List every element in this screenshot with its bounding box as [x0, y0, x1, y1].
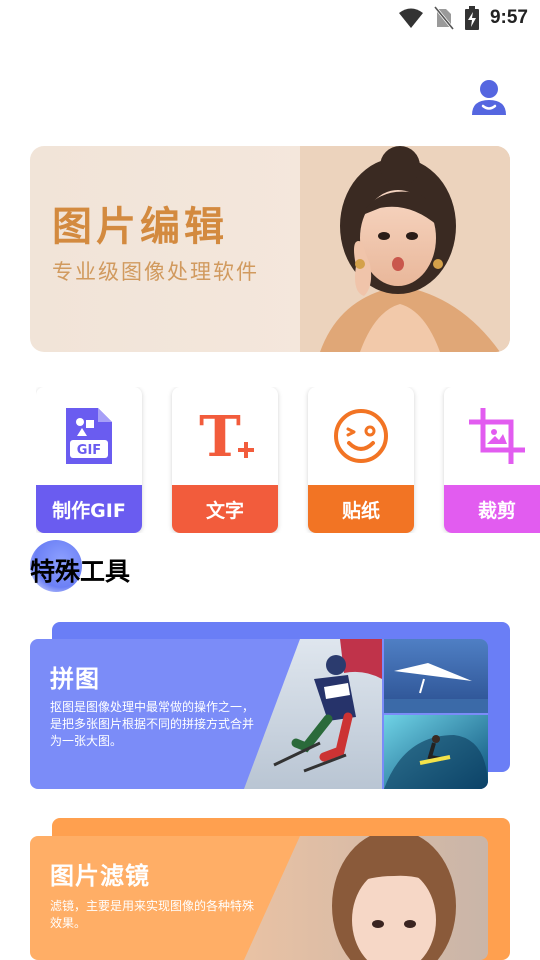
text-add-icon: T — [199, 408, 254, 464]
gif-file-icon: GIF — [66, 408, 112, 464]
section-title: 特殊工具 — [30, 557, 131, 586]
tool-crop-button[interactable]: 裁剪 — [444, 387, 540, 533]
user-icon — [472, 80, 506, 115]
user-profile-button[interactable] — [470, 78, 508, 116]
wifi-icon — [398, 8, 423, 28]
tool-text-label: 文字 — [172, 485, 278, 533]
filter-card-description: 滤镜，主要是用来实现图像的各种特殊效果。 — [50, 899, 255, 930]
filter-model-photo — [244, 836, 488, 960]
no-sim-icon — [433, 6, 454, 30]
tool-text-button[interactable]: T 文字 — [172, 387, 278, 533]
crop-icon — [469, 408, 525, 464]
svg-text:GIF: GIF — [77, 443, 101, 458]
tool-gif-label: 制作GIF — [36, 485, 142, 533]
tool-sticker-label: 贴纸 — [308, 485, 414, 533]
collage-card[interactable]: 拼图 抠图是图像处理中最常做的操作之一，是把多张图片根据不同的拼接方式合并为一张… — [30, 639, 488, 789]
tool-gif-button[interactable]: GIF 制作GIF — [36, 387, 142, 533]
status-bar: 9:57 — [0, 0, 540, 40]
sticker-smile-icon — [334, 409, 388, 463]
collage-card-description: 抠图是图像处理中最常做的操作之一，是把多张图片根据不同的拼接方式合并为一张大图。 — [50, 700, 255, 748]
tool-sticker-button[interactable]: 贴纸 — [308, 387, 414, 533]
svg-text:T: T — [199, 408, 241, 464]
banner-title: 图片编辑 — [52, 203, 228, 250]
battery-charging-icon — [464, 6, 479, 30]
banner-subtitle: 专业级图像处理软件 — [52, 260, 259, 284]
tool-crop-label: 裁剪 — [444, 485, 540, 533]
filter-card-title: 图片滤镜 — [50, 862, 150, 890]
collage-photos — [244, 639, 488, 789]
collage-card-title: 拼图 — [50, 665, 100, 693]
filter-card[interactable]: 图片滤镜 滤镜，主要是用来实现图像的各种特殊效果。 — [30, 836, 488, 960]
banner-model-photo — [300, 146, 510, 352]
tool-shortcuts: GIF 制作GIF T 文字 贴纸 裁剪 — [36, 387, 540, 533]
promo-banner[interactable]: 图片编辑 专业级图像处理软件 — [30, 146, 510, 352]
status-icons: 9:57 — [398, 6, 528, 30]
status-time: 9:57 — [489, 7, 528, 28]
